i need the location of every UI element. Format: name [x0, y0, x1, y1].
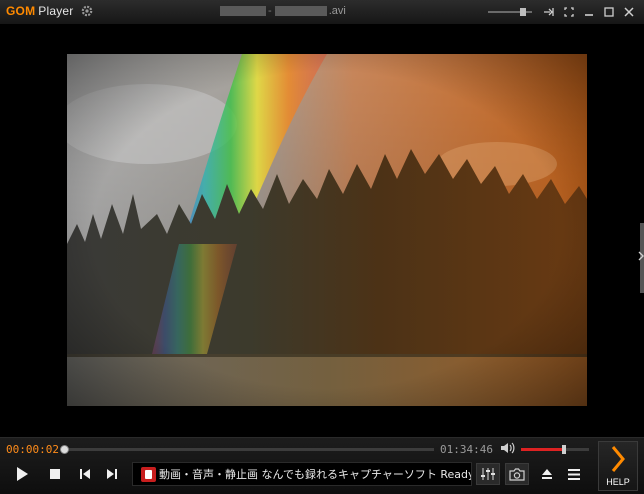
open-file-button[interactable]	[537, 463, 557, 485]
ticker-badge-icon	[141, 467, 156, 482]
fullscreen-icon[interactable]	[562, 5, 576, 19]
play-button[interactable]	[11, 463, 33, 485]
skip-previous-icon	[79, 468, 91, 480]
previous-button[interactable]	[74, 463, 96, 485]
redacted-filename-part	[220, 6, 266, 16]
close-icon[interactable]	[622, 5, 636, 19]
camera-icon	[509, 468, 525, 481]
play-icon	[15, 466, 29, 482]
eject-icon	[541, 468, 553, 480]
screenshot-button[interactable]	[505, 463, 529, 485]
total-time: 01:34:46	[440, 443, 493, 456]
app-logo: GOMPlayer	[6, 4, 73, 18]
logo-suffix: Player	[38, 4, 73, 18]
menu-icon	[568, 469, 580, 480]
equalizer-icon	[480, 467, 496, 481]
window-controls	[488, 4, 636, 20]
stop-icon	[50, 469, 60, 479]
help-button[interactable]: HELP	[598, 441, 638, 491]
skip-next-icon	[106, 468, 118, 480]
file-extension: .avi	[329, 5, 346, 17]
ad-ticker[interactable]: 動画・音声・静止画 なんでも録れるキャプチャーソフト Readygo ...	[132, 462, 472, 486]
chevron-right-icon[interactable]	[638, 251, 644, 261]
volume-knob[interactable]	[562, 445, 566, 454]
gear-icon[interactable]	[80, 4, 94, 18]
volume-fill	[521, 448, 564, 451]
stop-button[interactable]	[44, 463, 66, 485]
volume-slider[interactable]	[521, 448, 589, 451]
equalizer-button[interactable]	[476, 463, 500, 485]
help-label: HELP	[599, 477, 637, 487]
current-time: 00:00:02	[6, 443, 59, 456]
video-frame	[67, 54, 587, 406]
redacted-filename-part	[275, 6, 327, 16]
always-on-top-icon[interactable]	[542, 5, 556, 19]
seek-bar[interactable]	[64, 448, 434, 451]
logo-text: GOM	[6, 4, 35, 18]
ticker-text: 動画・音声・静止画 なんでも録れるキャプチャーソフト Readygo ...	[159, 466, 472, 482]
title-bar[interactable]: GOMPlayer - .avi	[0, 0, 644, 25]
maximize-icon[interactable]	[602, 5, 616, 19]
mini-slider[interactable]	[488, 11, 532, 13]
control-panel: 00:00:02 01:34:46 動画・音声・静止画 なんでも録れるキャプチャ…	[0, 437, 644, 494]
next-button[interactable]	[101, 463, 123, 485]
video-area[interactable]	[0, 25, 644, 437]
minimize-icon[interactable]	[582, 5, 596, 19]
chevron-right-icon	[609, 445, 627, 473]
file-name: - .avi	[220, 5, 346, 17]
menu-button[interactable]	[564, 463, 584, 485]
seek-knob[interactable]	[60, 445, 69, 454]
mini-slider-knob[interactable]	[520, 8, 526, 16]
speaker-icon[interactable]	[500, 441, 516, 455]
